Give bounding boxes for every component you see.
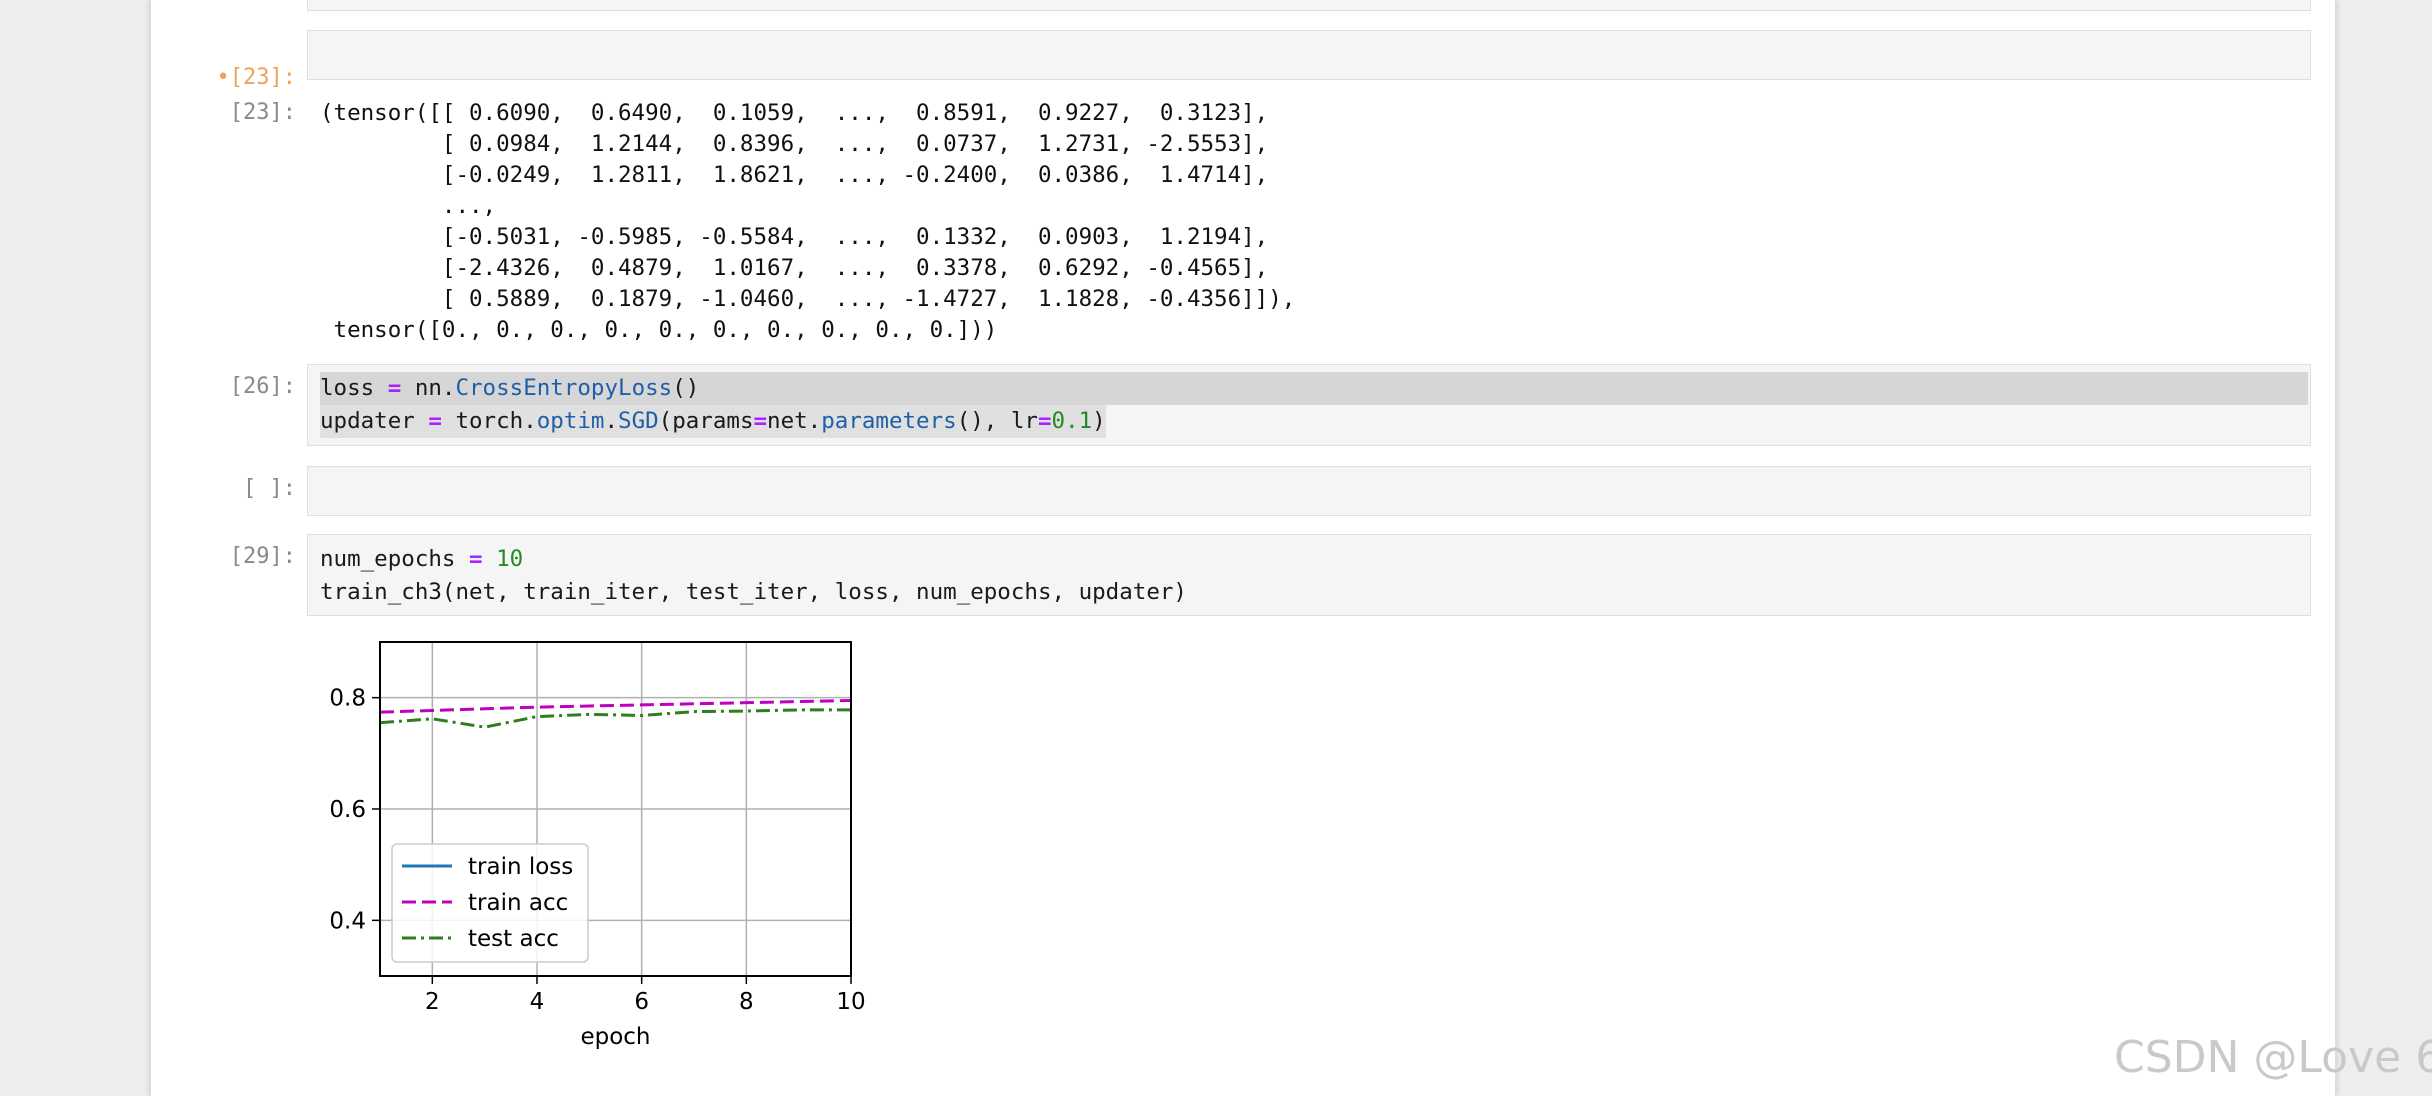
training-chart: 2 4 6 8 10 0.4 0.6 0.8 epoch train loss train ac… [329, 641, 866, 1050]
output-line: [-0.0249, 1.2811, 1.8621, ..., -0.2400, … [320, 162, 1269, 188]
x-axis-label: epoch [580, 1024, 650, 1050]
output-line: tensor([0., 0., 0., 0., 0., 0., 0., 0., … [320, 317, 998, 343]
output-line: [ 0.5889, 0.1879, -1.0460, ..., -1.4727,… [320, 286, 1296, 312]
code-cell-23[interactable] [307, 30, 2311, 80]
legend-label: train acc [468, 890, 568, 916]
series-line-train-acc [379, 698, 852, 714]
series-line-test-acc [379, 708, 851, 729]
code-line[interactable]: updater = torch.optim.SGD(params=net.par… [308, 405, 2310, 438]
x-tick-label: 2 [425, 989, 440, 1015]
output-line: [-2.4326, 0.4879, 1.0167, ..., 0.3378, 0… [320, 255, 1269, 281]
code-line[interactable]: train_ch3(net, train_iter, test_iter, lo… [308, 576, 2310, 609]
y-tick-label: 0.4 [329, 908, 366, 934]
pending-dot: • [216, 65, 230, 90]
legend: train loss train acc test acc [391, 843, 589, 963]
series-layer [379, 698, 852, 729]
x-tick-label: 8 [739, 989, 754, 1015]
output-line: (tensor([[ 0.6090, 0.6490, 0.1059, ..., … [320, 100, 1269, 126]
x-tick-label: 4 [530, 989, 545, 1015]
code-cell-previous[interactable] [307, 0, 2311, 11]
output-line: [-0.5031, -0.5985, -0.5584, ..., 0.1332,… [320, 224, 1269, 250]
output-line: [ 0.0984, 1.2144, 0.8396, ..., 0.0737, 1… [320, 131, 1269, 157]
x-tick-label: 10 [836, 989, 865, 1015]
output-prompt-23: [23]: [229, 100, 296, 125]
y-tick-label: 0.8 [329, 686, 366, 712]
watermark: CSDN @Love 6 [2114, 1032, 2432, 1083]
code-line[interactable]: loss = nn.CrossEntropyLoss() [308, 372, 2310, 405]
cell-prompt-empty: [ ]: [243, 476, 296, 501]
legend-label: test acc [468, 926, 559, 952]
output-line: ..., [320, 193, 497, 219]
code-cell-empty[interactable] [307, 466, 2311, 516]
legend-label: train loss [468, 854, 573, 880]
cell-prompt-23-input: •[23]: [216, 65, 296, 90]
cell-prompt-26: [26]: [229, 374, 296, 399]
x-tick-label: 6 [634, 989, 649, 1015]
code-cell-26[interactable]: loss = nn.CrossEntropyLoss() updater = t… [307, 364, 2311, 446]
code-cell-29[interactable]: num_epochs = 10 train_ch3(net, train_ite… [307, 534, 2311, 616]
y-tick-label: 0.6 [329, 797, 366, 823]
cell-prompt-29: [29]: [229, 544, 296, 569]
code-line[interactable]: num_epochs = 10 [308, 543, 2310, 576]
